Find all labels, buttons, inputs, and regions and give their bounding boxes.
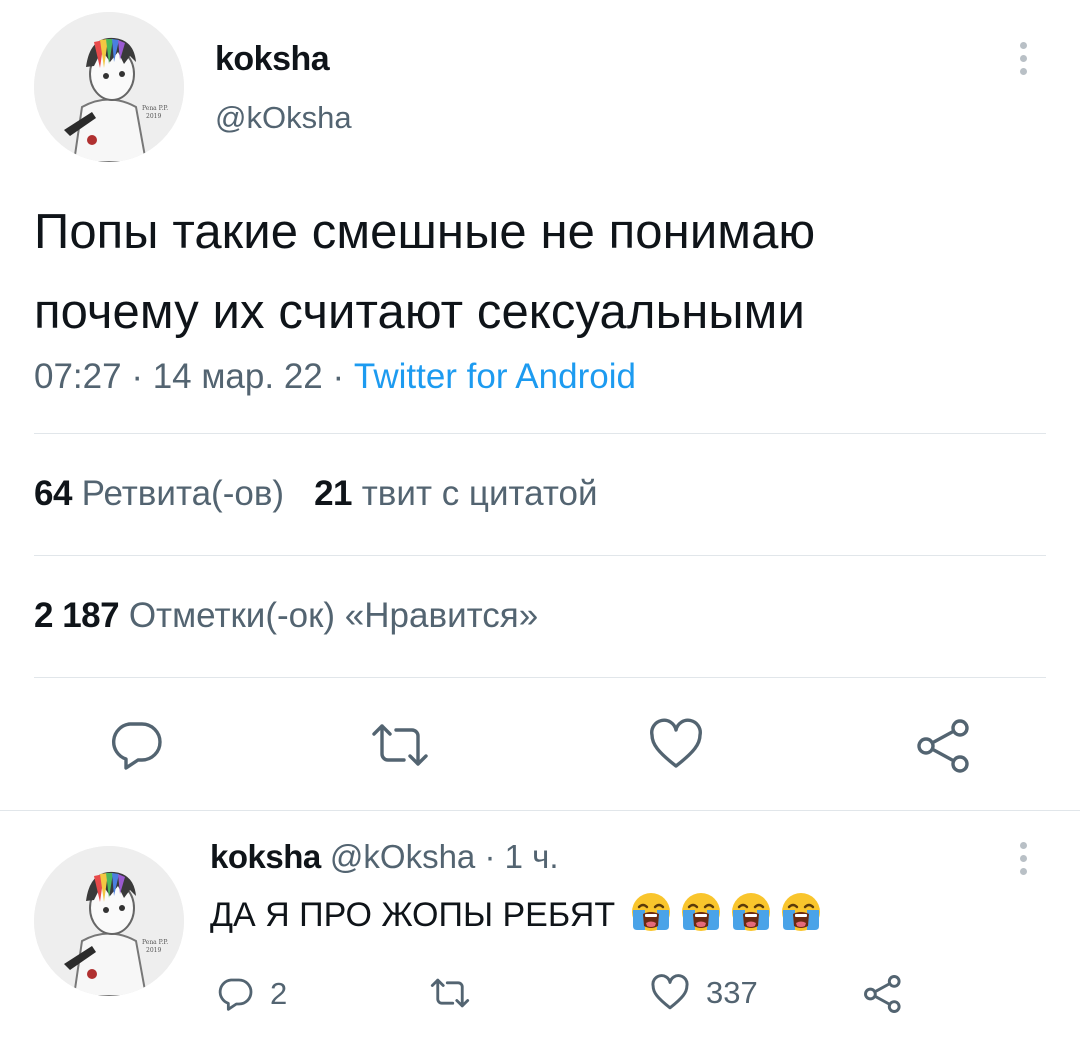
meta-separator: · (332, 357, 345, 396)
reply-icon (112, 722, 162, 770)
more-dot (1019, 842, 1027, 849)
likes-label: Отметки(-ок) «Нравится» (128, 596, 539, 635)
reply-share-button[interactable] (862, 974, 904, 1014)
reply-reply-button[interactable]: 2 (216, 976, 287, 1012)
share-button[interactable] (914, 718, 974, 774)
tweet-text-line: почему их считают сексуальными (34, 285, 805, 339)
tweet-detail-page: Pena P.P. 2019 koksha @kOksha Попы такие… (0, 0, 1080, 1050)
more-dot (1019, 868, 1027, 875)
emoji-group (625, 893, 825, 934)
reply-text-content: ДА Я ПРО ЖОПЫ РЕБЯТ (210, 896, 616, 934)
reply-count: 2 (270, 976, 288, 1011)
svg-text:2019: 2019 (146, 113, 161, 120)
reply-more-options-icon[interactable] (1016, 842, 1030, 882)
tweet-date[interactable]: 14 мар. 22 (153, 357, 323, 396)
tweet-text-line: Попы такие смешные не понимаю (34, 205, 816, 259)
loudly-crying-face-emoji (781, 893, 820, 931)
retweets-label: Ретвита(-ов) (81, 474, 285, 513)
author-avatar[interactable]: Pena P.P. 2019 (34, 12, 184, 162)
reply-button[interactable] (108, 718, 164, 772)
reply-author-avatar[interactable]: Pena P.P. 2019 (34, 846, 184, 996)
svg-text:Pena P.P.: Pena P.P. (142, 939, 168, 946)
quotes-count: 21 (314, 474, 353, 513)
divider (34, 555, 1046, 556)
quotes-stat[interactable]: 21 твит с цитатой (314, 474, 597, 513)
likes-count: 2 187 (34, 596, 120, 635)
heart-icon (651, 974, 689, 1010)
tweet-source[interactable]: Twitter for Android (354, 357, 636, 396)
quotes-label: твит с цитатой (361, 474, 598, 513)
loudly-crying-face-emoji (681, 893, 720, 931)
share-icon (864, 975, 901, 1013)
reply-like-button[interactable]: 337 (650, 974, 758, 1012)
reply-author-name[interactable]: koksha (210, 838, 321, 875)
meta-separator: · (131, 357, 143, 396)
tweet-meta: 07:27 · 14 мар. 22 · Twitter for Android (34, 357, 636, 397)
more-dot (1019, 68, 1027, 75)
retweet-button[interactable] (368, 720, 432, 770)
more-dot (1019, 855, 1027, 862)
reply-retweet-button[interactable] (428, 976, 488, 1010)
heart-icon (650, 718, 702, 768)
avatar-illustration: Pena P.P. 2019 (34, 846, 184, 996)
more-dot (1019, 55, 1027, 62)
divider (34, 677, 1046, 678)
more-dot (1019, 42, 1027, 49)
like-button[interactable] (648, 718, 704, 772)
loudly-crying-face-emoji (731, 893, 770, 931)
divider (0, 810, 1080, 811)
author-handle[interactable]: @kOksha (215, 100, 352, 136)
likes-stat[interactable]: 2 187 Отметки(-ок) «Нравится» (34, 596, 538, 636)
engagement-stats: 64 Ретвита(-ов) 21 твит с цитатой (34, 474, 598, 514)
retweets-stat[interactable]: 64 Ретвита(-ов) (34, 474, 284, 513)
reply-icon (218, 978, 253, 1011)
svg-text:2019: 2019 (146, 947, 161, 954)
retweet-icon (372, 724, 428, 766)
tweet-text: Попы такие смешные не понимаю почему их … (34, 192, 1054, 352)
share-icon (917, 719, 969, 773)
more-options-icon[interactable] (1016, 42, 1030, 82)
meta-separator: · (484, 838, 496, 875)
tweet-time[interactable]: 07:27 (34, 357, 122, 396)
reply-text: ДА Я ПРО ЖОПЫ РЕБЯТ (210, 890, 825, 935)
author-display-name[interactable]: koksha (215, 40, 330, 79)
retweets-count: 64 (34, 474, 72, 513)
reply-author-handle[interactable]: @kOksha (330, 838, 475, 875)
svg-text:Pena P.P.: Pena P.P. (142, 105, 168, 112)
loudly-crying-face-emoji (631, 893, 670, 931)
reply-time[interactable]: 1 ч. (505, 838, 559, 875)
avatar-illustration: Pena P.P. 2019 (34, 12, 184, 162)
divider (34, 433, 1046, 434)
retweet-icon (430, 978, 470, 1008)
like-count: 337 (706, 975, 758, 1010)
reply-header: koksha @kOksha · 1 ч. (210, 838, 559, 876)
